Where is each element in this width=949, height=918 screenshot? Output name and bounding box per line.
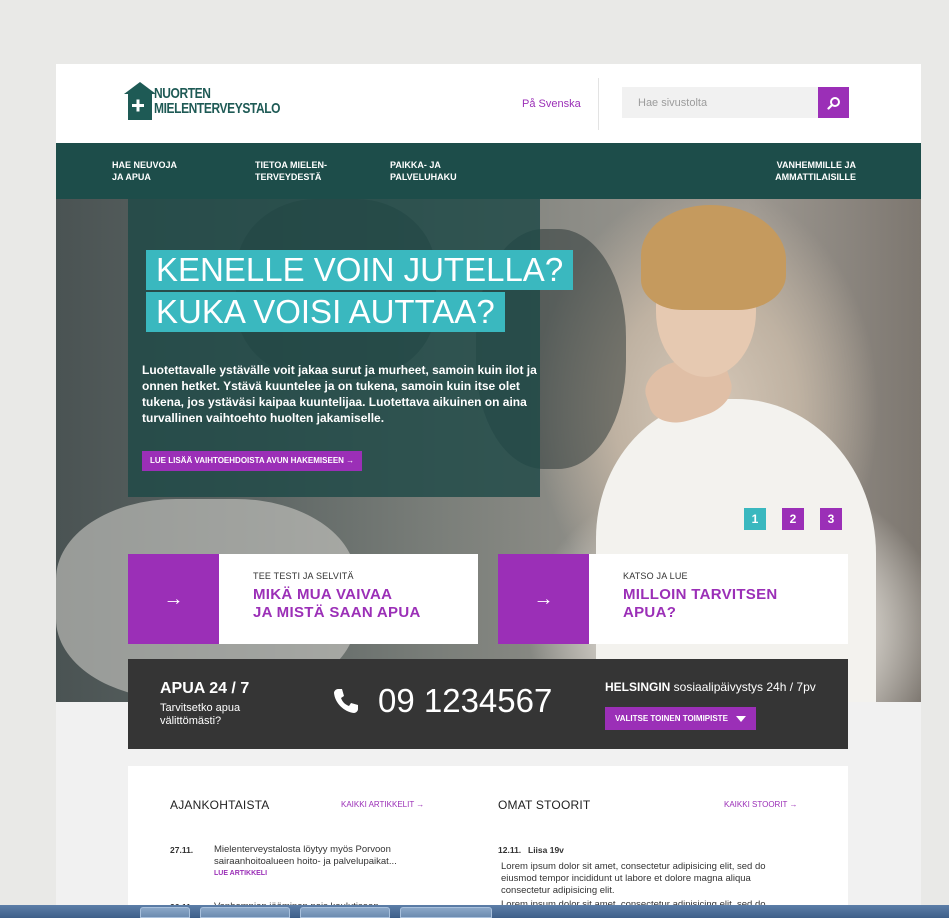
help-subtitle: Tarvitsetko apua välittömästi? — [160, 702, 241, 727]
all-stories-link[interactable]: KAIKKI STOORIT → — [724, 800, 798, 809]
search-input[interactable] — [622, 87, 818, 118]
news-item-text[interactable]: Mielenterveystalosta löytyy myös Porvoon… — [214, 844, 434, 868]
nav-item-vanhemmille[interactable]: VANHEMMILLE JA AMMATTILAISILLE — [746, 159, 856, 183]
cta-title-line: APUA? — [623, 604, 677, 621]
hero-text-panel: KENELLE VOIN JUTELLA? KUKA VOISI AUTTAA?… — [128, 199, 574, 497]
stories-column-title: OMAT STOORIT — [498, 798, 591, 812]
taskbar-button[interactable] — [200, 907, 290, 918]
main-nav: HAE NEUVOJA JA APUA TIETOA MIELEN- TERVE… — [56, 143, 921, 199]
hero-headline-1: KENELLE VOIN JUTELLA? — [146, 250, 574, 290]
taskbar-button[interactable] — [140, 907, 190, 918]
nav-label: HAE NEUVOJA — [112, 160, 178, 170]
site-logo[interactable]: NUORTEN MIELENTERVEYSTALO — [124, 80, 294, 124]
story-author: Liisa 19v — [528, 845, 564, 855]
nav-label: PAIKKA- JA — [390, 160, 441, 170]
arrow-right-icon: → — [128, 554, 219, 644]
help-service: sosiaalipäivystys 24h / 7pv — [670, 680, 816, 694]
cta-pretitle: TEE TESTI JA SELVITÄ — [253, 571, 354, 581]
site-header: NUORTEN MIELENTERVEYSTALO På Svenska — [56, 64, 921, 143]
location-select-label: VALITSE TOINEN TOIMIPISTE — [615, 714, 728, 723]
cta-pretitle: KATSO JA LUE — [623, 571, 688, 581]
hero-headline-2: KUKA VOISI AUTTAA? — [146, 292, 505, 332]
nav-item-tietoa[interactable]: TIETOA MIELEN- TERVEYDESTÄ — [255, 159, 365, 183]
cta-title-line: MILLOIN TARVITSEN — [623, 586, 778, 603]
nav-label: TIETOA MIELEN- — [255, 160, 327, 170]
search-icon — [826, 96, 840, 110]
arrow-right-icon: → — [498, 554, 589, 644]
cta-test-card[interactable]: → TEE TESTI JA SELVITÄ MIKÄ MUA VAIVAA J… — [128, 554, 478, 644]
phone-number[interactable]: 09 1234567 — [378, 681, 552, 721]
cta-title-line: MIKÄ MUA VAIVAA — [253, 586, 393, 603]
hero-carousel: KENELLE VOIN JUTELLA? KUKA VOISI AUTTAA?… — [56, 199, 921, 702]
news-section: AJANKOHTAISTA KAIKKI ARTIKKELIT → 27.11.… — [128, 766, 848, 918]
hero-read-more-button[interactable]: LUE LISÄÄ VAIHTOEHDOISTA AVUN HAKEMISEEN… — [142, 451, 363, 471]
page: NUORTEN MIELENTERVEYSTALO På Svenska HAE… — [56, 64, 921, 918]
help-service-info: HELSINGIN sosiaalipäivystys 24h / 7pv — [605, 680, 816, 694]
location-select-button[interactable]: VALITSE TOINEN TOIMIPISTE — [605, 707, 757, 730]
slide-3-button[interactable]: 3 — [820, 508, 842, 530]
taskbar-button[interactable] — [300, 907, 390, 918]
emergency-help-bar: APUA 24 / 7 Tarvitsetko apua välittömäst… — [128, 659, 848, 749]
nav-label: VANHEMMILLE JA — [776, 160, 856, 170]
nav-label: TERVEYDESTÄ — [255, 172, 322, 182]
cta-title: MIKÄ MUA VAIVAA JA MISTÄ SAAN APUA — [253, 586, 421, 622]
logo-wordmark: NUORTEN MIELENTERVEYSTALO — [154, 85, 281, 117]
hero-description: Luotettavalle ystävälle voit jakaa surut… — [142, 363, 537, 425]
search-button[interactable] — [818, 87, 849, 118]
nav-label: AMMATTILAISILLE — [775, 172, 856, 182]
story-text[interactable]: Lorem ipsum dolor sit amet, consectetur … — [501, 861, 796, 897]
cta-title: MILLOIN TARVITSEN APUA? — [623, 586, 778, 622]
search-form — [622, 87, 849, 118]
language-link-swedish[interactable]: På Svenska — [522, 98, 581, 110]
cta-when-help-card[interactable]: → KATSO JA LUE MILLOIN TARVITSEN APUA? — [498, 554, 848, 644]
slide-1-button[interactable]: 1 — [744, 508, 766, 530]
slide-2-button[interactable]: 2 — [782, 508, 804, 530]
all-articles-link[interactable]: KAIKKI ARTIKKELIT → — [341, 800, 424, 809]
taskbar-button[interactable] — [400, 907, 492, 918]
header-divider — [598, 78, 599, 130]
chevron-down-icon — [736, 715, 747, 722]
read-article-link[interactable]: LUE ARTIKKELI — [214, 870, 267, 877]
logo-line-1: NUORTEN — [154, 85, 211, 102]
nav-label: JA APUA — [112, 172, 151, 182]
hero-photo-figure — [596, 399, 876, 702]
phone-icon — [334, 689, 358, 713]
news-column-title: AJANKOHTAISTA — [170, 798, 270, 812]
help-city: HELSINGIN — [605, 680, 671, 694]
hero-photo-figure — [641, 205, 786, 310]
os-taskbar — [0, 905, 949, 918]
nav-item-hae-neuvoja[interactable]: HAE NEUVOJA JA APUA — [112, 159, 222, 183]
news-date: 27.11. — [170, 845, 194, 855]
story-date: 12.11. — [498, 845, 522, 855]
nav-item-paikka[interactable]: PAIKKA- JA PALVELUHAKU — [390, 159, 500, 183]
cta-title-line: JA MISTÄ SAAN APUA — [253, 604, 421, 621]
logo-line-2: MIELENTERVEYSTALO — [154, 100, 281, 117]
help-title: APUA 24 / 7 — [160, 680, 250, 697]
nav-label: PALVELUHAKU — [390, 172, 457, 182]
